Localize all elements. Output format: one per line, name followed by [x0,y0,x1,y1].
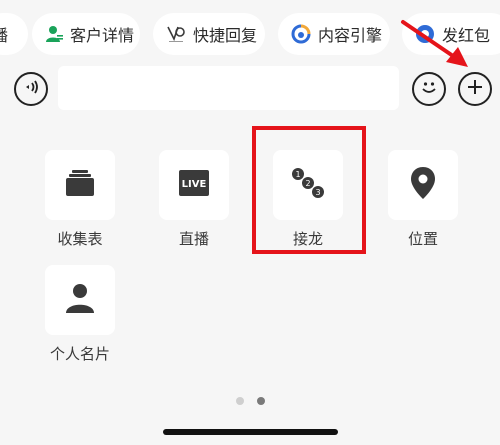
tile-chain[interactable]: 1 2 3 [273,150,343,220]
voice-icon [21,77,41,101]
chip-label: 客户详情 [70,26,135,45]
tile-location[interactable] [388,150,458,220]
tile-label-contact-card: 个人名片 [49,345,110,363]
chip-quick-reply[interactable]: 快捷回复 [153,13,265,55]
tile-live[interactable]: LIVE [159,150,229,220]
tile-label-chain: 接龙 [292,230,323,248]
pager-dot-1[interactable] [236,397,244,405]
chip-label: 发红包 [442,26,491,45]
chip-label: 播 [0,26,9,45]
voice-button[interactable] [14,72,48,106]
chip-partial[interactable]: 播 [0,13,28,55]
message-input-row [0,66,500,112]
chip-red-packet[interactable]: 发红包 [402,13,500,55]
chain-digit-3: 3 [315,188,320,197]
emoji-button[interactable] [412,72,446,106]
chip-customer-details[interactable]: 客户详情 [32,13,140,55]
chain-icon: 1 2 3 [289,166,327,204]
tile-label-location: 位置 [407,230,438,248]
plus-button[interactable] [458,72,492,106]
chain-digit-2: 2 [305,179,310,188]
pager-dot-2[interactable] [257,397,265,405]
quick-action-bar: 播 客户详情 快捷回复 内容引擎 发红包 [0,0,500,66]
red-packet-icon [414,23,436,45]
chip-content-engine[interactable]: 内容引擎 [278,13,390,55]
live-badge-text: LIVE [182,179,207,190]
chip-label: 内容引擎 [318,26,383,45]
tile-collect-form[interactable] [45,150,115,220]
person-icon [44,23,64,45]
chain-digit-1: 1 [295,170,300,179]
location-icon [410,166,436,204]
contact-card-icon [65,282,95,318]
quick-reply-icon [165,23,187,45]
tile-label-collect-form: 收集表 [57,230,103,248]
message-input[interactable] [58,66,399,110]
engine-icon [290,23,312,45]
tile-contact-card[interactable] [45,265,115,335]
emoji-icon [417,75,441,103]
chip-label: 快捷回复 [193,26,258,45]
tile-label-live: 直播 [178,230,209,248]
home-indicator[interactable] [163,429,338,435]
plus-icon [465,77,485,101]
collect-form-icon [64,168,96,202]
live-icon: LIVE [179,170,209,200]
